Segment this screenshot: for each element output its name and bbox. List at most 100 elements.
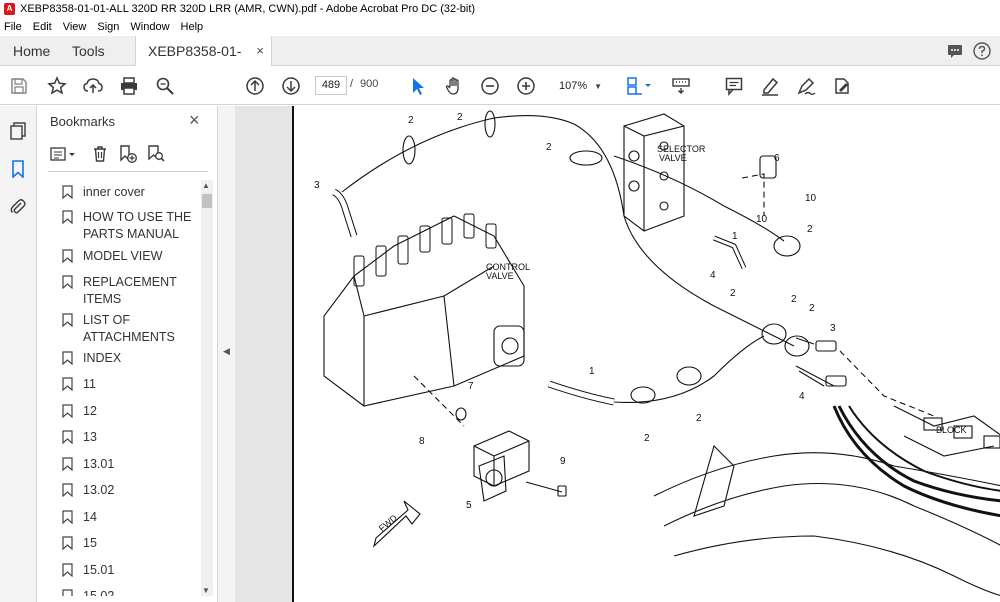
bookmark-label: 15: [83, 536, 97, 550]
pages-thumbnail-icon[interactable]: [9, 122, 27, 140]
options-menu-icon[interactable]: [48, 144, 78, 164]
attachment-paperclip-icon[interactable]: [9, 198, 27, 216]
scroll-up-icon[interactable]: ▲: [202, 181, 210, 190]
zoom-out-icon[interactable]: [479, 75, 501, 97]
new-bookmark-icon[interactable]: [118, 144, 138, 164]
bookmark-icon: [62, 249, 73, 263]
bookmark-icon: [62, 185, 73, 199]
tab-document[interactable]: XEBP8358-01-01-... ×: [135, 36, 272, 89]
select-cursor-icon[interactable]: [407, 75, 429, 97]
document-viewport[interactable]: SELECTOR VALVE CONTROL VALVE BLOCK FWD 1…: [235, 106, 1000, 602]
tab-home[interactable]: Home: [13, 36, 50, 66]
print-icon[interactable]: [118, 75, 140, 97]
bookmark-label: 12: [83, 404, 97, 418]
page-number-input[interactable]: 489: [315, 76, 347, 95]
bookmark-icon: [62, 589, 73, 596]
star-bookmark-icon[interactable]: [46, 75, 68, 97]
bookmark-icon: [62, 210, 73, 224]
zoom-in-icon[interactable]: [515, 75, 537, 97]
menu-view[interactable]: View: [63, 21, 87, 33]
close-panel-icon[interactable]: ×: [189, 110, 200, 131]
bookmark-panel-icon[interactable]: [9, 160, 27, 179]
bookmark-label: MODEL VIEW: [83, 249, 163, 263]
keyboard-icon[interactable]: [670, 75, 692, 97]
callout-4b: 4: [799, 391, 805, 402]
bookmark-label: REPLACEMENT ITEMS: [83, 275, 177, 306]
comment-bubble-icon[interactable]: [946, 42, 964, 60]
page-total: 900: [360, 78, 379, 90]
window-title: XEBP8358-01-01-ALL 320D RR 320D LRR (AMR…: [20, 3, 476, 15]
selector-valve-label-2: VALVE: [659, 153, 687, 163]
previous-page-icon[interactable]: [244, 75, 266, 97]
callout-2f: 2: [791, 294, 797, 305]
menu-edit[interactable]: Edit: [33, 21, 52, 33]
callout-8: 8: [419, 436, 425, 447]
bookmarks-title: Bookmarks: [50, 114, 116, 129]
bookmark-label: INDEX: [83, 351, 122, 365]
callout-6: 6: [774, 153, 780, 164]
callout-2a: 2: [408, 115, 414, 126]
scroll-down-icon[interactable]: ▼: [202, 586, 210, 595]
tab-bar: Home Tools XEBP8358-01-01-... ×: [0, 36, 1000, 89]
sign-pen-icon[interactable]: [795, 75, 817, 97]
main-toolbar: 489 / 900 107% ▼: [0, 67, 1000, 105]
save-icon[interactable]: [8, 75, 30, 97]
bookmark-scrollbar[interactable]: ▲ ▼: [201, 180, 213, 596]
close-tab-icon[interactable]: ×: [256, 36, 264, 66]
scrollbar-thumb[interactable]: [202, 194, 212, 208]
callout-1: 1: [589, 366, 595, 377]
control-valve-label-2: VALVE: [486, 271, 514, 281]
block-label: BLOCK: [936, 425, 967, 435]
zoom-search-icon[interactable]: [154, 75, 176, 97]
next-page-icon[interactable]: [280, 75, 302, 97]
cloud-upload-icon[interactable]: [82, 75, 104, 97]
callout-4a: 4: [710, 270, 716, 281]
hydraulic-parts-diagram: SELECTOR VALVE CONTROL VALVE BLOCK FWD 1…: [314, 110, 1000, 596]
callout-2g: 2: [809, 303, 815, 314]
bookmark-icon: [62, 536, 73, 550]
page-layout-icon[interactable]: [624, 75, 654, 97]
help-icon[interactable]: [973, 42, 991, 60]
bookmark-icon: [62, 483, 73, 497]
menu-sign[interactable]: Sign: [97, 21, 119, 33]
zoom-level-select[interactable]: 107% ▼: [548, 76, 606, 95]
menu-file[interactable]: File: [4, 21, 22, 33]
callout-10b: 10: [756, 214, 768, 225]
bookmark-label: 15.01: [83, 563, 115, 577]
tab-tools[interactable]: Tools: [72, 36, 105, 66]
bookmark-icon: [62, 430, 73, 444]
acrobat-app-icon: A: [4, 3, 15, 15]
callout-2i: 2: [696, 413, 702, 424]
bookmark-icon: [62, 404, 73, 418]
menu-window[interactable]: Window: [130, 21, 169, 33]
bookmark-label: LIST OF ATTACHMENTS: [83, 313, 175, 344]
bookmark-icon: [62, 377, 73, 391]
fill-sign-icon[interactable]: [831, 75, 853, 97]
bookmark-label: 13.01: [83, 457, 115, 471]
menu-help[interactable]: Help: [181, 21, 204, 33]
bookmark-label: 15.02: [83, 589, 115, 596]
pdf-page: SELECTOR VALVE CONTROL VALVE BLOCK FWD 1…: [292, 106, 1000, 602]
highlight-pen-icon[interactable]: [759, 75, 781, 97]
bookmark-label: inner cover: [83, 185, 145, 199]
comment-icon[interactable]: [723, 75, 745, 97]
bookmark-icon: [62, 510, 73, 524]
bookmark-icon: [62, 351, 73, 365]
bookmark-label: 13: [83, 430, 97, 444]
search-bookmark-icon[interactable]: [146, 144, 166, 164]
callout-1b: 1: [732, 231, 738, 242]
callout-2d: 2: [807, 224, 813, 235]
bookmark-icon: [62, 275, 73, 289]
menu-bar: File Edit View Sign Window Help: [0, 18, 1000, 36]
panel-collapse-handle[interactable]: ◀: [218, 106, 235, 602]
delete-trash-icon[interactable]: [90, 144, 110, 164]
callout-7: 7: [468, 381, 474, 392]
zoom-level-value: 107%: [559, 80, 588, 92]
bookmark-icon: [62, 457, 73, 471]
bookmark-label: 14: [83, 510, 97, 524]
bookmark-icon: [62, 313, 73, 327]
title-bar: A XEBP8358-01-01-ALL 320D RR 320D LRR (A…: [0, 0, 1000, 18]
callout-2c: 2: [546, 142, 552, 153]
callout-10a: 10: [805, 193, 817, 204]
hand-tool-icon[interactable]: [443, 75, 465, 97]
